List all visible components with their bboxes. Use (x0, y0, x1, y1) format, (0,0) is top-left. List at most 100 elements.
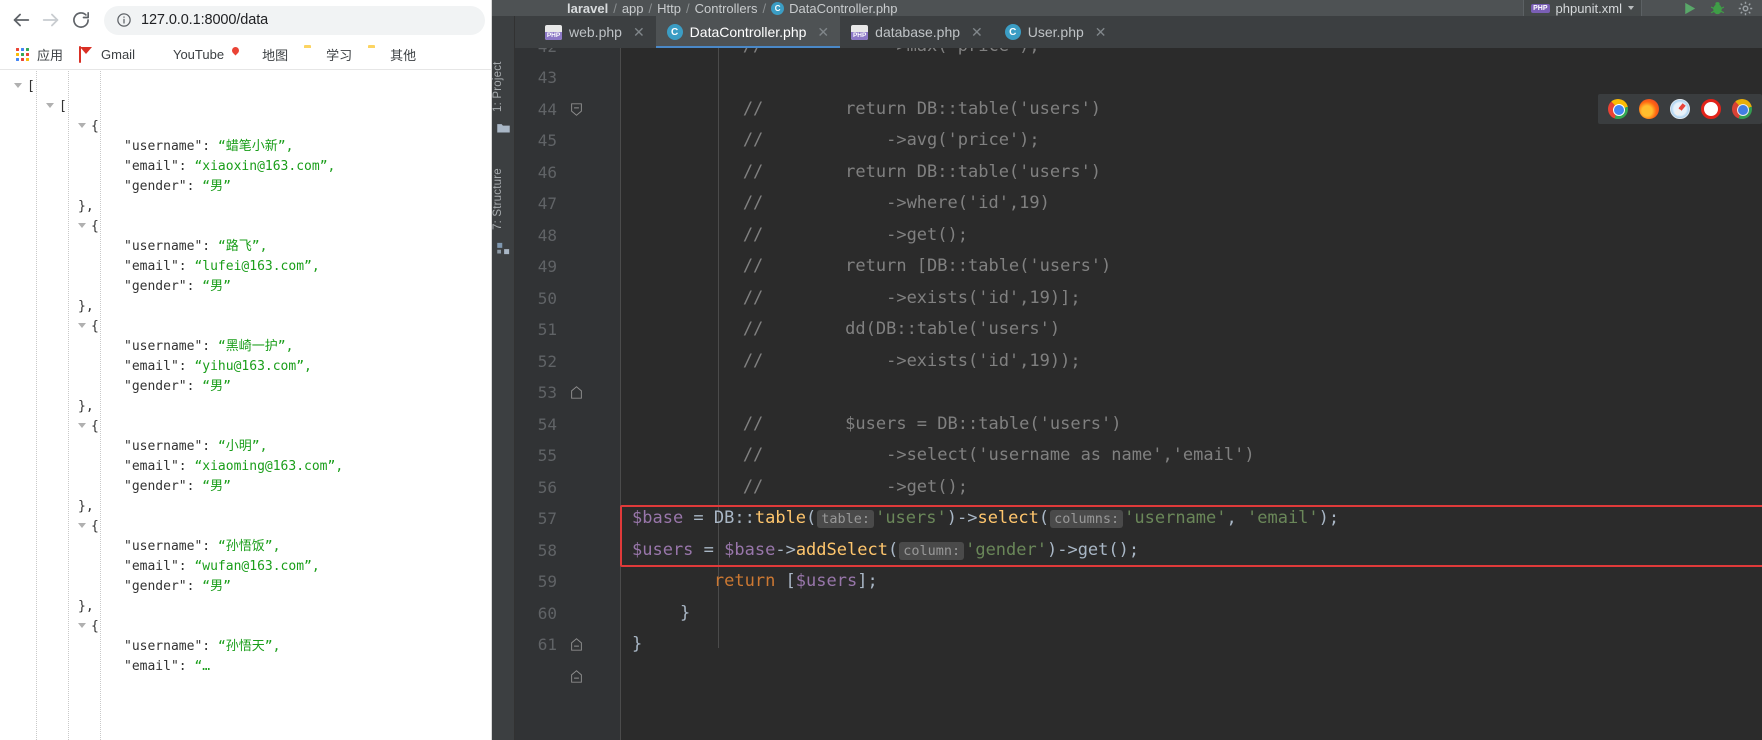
php-file-icon (851, 24, 869, 40)
code-line-42: // ->max('price'); (620, 48, 1762, 62)
code-brace: } (680, 603, 691, 623)
json-row[interactable]: { (14, 317, 491, 337)
fold-marker-end[interactable] (568, 661, 584, 692)
json-row[interactable]: { (14, 117, 491, 137)
opera-preview-icon[interactable] (1701, 99, 1721, 119)
line-number: 57 (537, 509, 557, 528)
debug-bug-icon[interactable] (1709, 0, 1726, 17)
run-play-icon[interactable] (1681, 0, 1698, 17)
json-row[interactable]: { (14, 417, 491, 437)
breadcrumb-controllers[interactable]: Controllers (695, 1, 758, 16)
json-response-viewer: [ [ { "username": “蜡笔小新”, "email": “xiao… (0, 71, 491, 740)
json-row[interactable]: [ (14, 77, 491, 97)
browser-toolbar: 127.0.0.1:8000/data (0, 0, 491, 40)
code-text: // ->select('username as name','email') (620, 445, 1255, 465)
sidebar-item-structure[interactable]: 7: Structure (492, 144, 515, 230)
line-number: 48 (537, 226, 557, 245)
param-hint: table: (817, 510, 875, 528)
fold-marker-end[interactable] (568, 377, 584, 408)
address-bar[interactable]: 127.0.0.1:8000/data (104, 5, 485, 35)
chevron-down-icon[interactable] (1628, 6, 1634, 10)
tab-label: User.php (1027, 24, 1084, 40)
safari-preview-icon[interactable] (1670, 99, 1690, 119)
code-text: // ->get(); (620, 225, 968, 245)
reload-button[interactable] (66, 5, 96, 35)
fold-marker-end[interactable] (568, 629, 584, 660)
json-row: "email": “yihu@163.com”, (124, 359, 312, 374)
breadcrumb-separator: / (613, 0, 617, 16)
json-row[interactable]: [ (14, 97, 491, 117)
fold-marker-collapse[interactable] (568, 94, 584, 125)
tab-user-php[interactable]: C User.php ✕ (994, 16, 1118, 48)
collapse-triangle-icon[interactable] (14, 83, 22, 88)
gear-icon[interactable] (1737, 0, 1754, 17)
folder-icon[interactable] (496, 120, 511, 135)
collapse-triangle-icon[interactable] (78, 623, 86, 628)
json-row[interactable]: { (14, 217, 491, 237)
back-button[interactable] (6, 5, 36, 35)
editor-text-area[interactable]: // ->max('price'); // return DB::table('… (620, 48, 1762, 740)
json-key: "username" (124, 639, 203, 654)
line-number: 58 (537, 541, 557, 560)
info-circle-icon (116, 12, 132, 28)
collapse-triangle-icon[interactable] (78, 123, 86, 128)
structure-icon[interactable] (496, 241, 511, 256)
run-configuration-label: phpunit.xml (1555, 0, 1622, 16)
breadcrumb-project[interactable]: laravel (567, 1, 608, 16)
json-row[interactable]: { (14, 517, 491, 537)
bookmark-maps[interactable]: 地图 (233, 42, 295, 67)
code-operator: )->get(); (1046, 540, 1140, 560)
code-text: // return DB::table('users') (620, 162, 1102, 182)
json-value-gender: 男 (210, 279, 224, 294)
editor-gutter[interactable]: 42 43 44 45 46 47 48 49 50 51 52 53 54 5… (515, 48, 620, 740)
collapse-triangle-icon[interactable] (78, 523, 86, 528)
code-operator: )-> (946, 508, 978, 528)
code-line-45: // ->avg('price'); (620, 125, 1762, 156)
json-row: "gender": “男” (124, 179, 231, 194)
tab-web-php[interactable]: web.php ✕ (534, 16, 656, 48)
code-line-59: return [$users]; (713, 571, 878, 591)
breadcrumb-app[interactable]: app (622, 1, 644, 16)
line-number: 52 (537, 352, 557, 371)
tab-datacontroller-php[interactable]: C DataController.php ✕ (655, 16, 841, 48)
code-line-58: $users = $base->addSelect(column:'gender… (632, 540, 1140, 560)
breadcrumb-file[interactable]: DataController.php (789, 1, 897, 16)
close-icon[interactable]: ✕ (817, 25, 829, 39)
firefox-preview-icon[interactable] (1639, 99, 1659, 119)
chrome-preview-icon[interactable] (1608, 99, 1628, 119)
code-text: // ->max('price'); (620, 48, 1040, 56)
json-row: "email": “xiaoming@163.com”, (124, 459, 344, 474)
collapse-triangle-icon[interactable] (78, 223, 86, 228)
json-key: "email" (124, 459, 179, 474)
collapse-triangle-icon[interactable] (78, 423, 86, 428)
tab-label: DataController.php (689, 24, 807, 40)
json-row: "username": “孙悟天”, (124, 639, 281, 654)
bookmark-label: 学习 (326, 48, 353, 63)
bookmark-other-folder[interactable]: 其他 (361, 42, 423, 67)
bookmark-gmail[interactable]: Gmail (72, 44, 142, 66)
forward-button[interactable] (36, 5, 66, 35)
tool-window-strip: 1: Project 7: Structure (492, 16, 515, 740)
tab-label: web.php (569, 24, 622, 40)
breadcrumb-http[interactable]: Http (657, 1, 681, 16)
json-row[interactable]: { (14, 617, 491, 637)
bookmark-youtube[interactable]: YouTube (144, 44, 231, 66)
bookmark-apps[interactable]: 应用 (8, 42, 70, 67)
collapse-triangle-icon[interactable] (78, 323, 86, 328)
close-icon[interactable]: ✕ (1095, 25, 1107, 39)
code-function: addSelect (795, 540, 888, 560)
code-line-50: // ->exists('id',19)]; (620, 283, 1762, 314)
tab-database-php[interactable]: database.php ✕ (840, 16, 994, 48)
json-row: "email": “wufan@163.com”, (124, 559, 320, 574)
json-row: "gender": “男” (124, 379, 231, 394)
close-icon[interactable]: ✕ (971, 25, 983, 39)
close-icon[interactable]: ✕ (633, 25, 645, 39)
collapse-triangle-icon[interactable] (46, 103, 54, 108)
bookmark-study-folder[interactable]: 学习 (297, 42, 359, 67)
chrome-preview-icon-2[interactable] (1732, 99, 1752, 119)
code-text: // dd(DB::table('users') (620, 319, 1061, 339)
code-editor[interactable]: 42 43 44 45 46 47 48 49 50 51 52 53 54 5… (515, 48, 1762, 740)
sidebar-item-project[interactable]: 1: Project (492, 40, 515, 112)
